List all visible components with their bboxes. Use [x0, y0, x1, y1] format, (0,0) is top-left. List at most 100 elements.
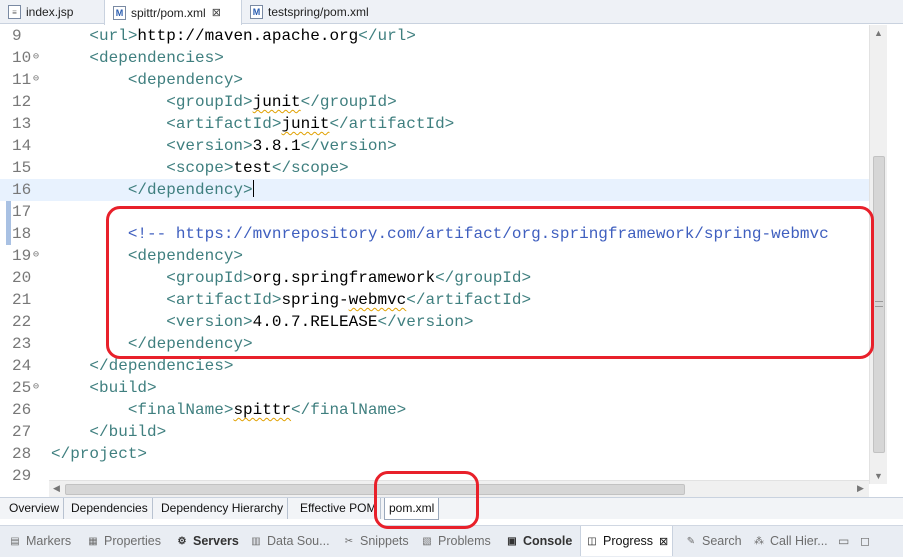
xml-tag: </scope> — [271, 159, 349, 177]
data-source-icon: ▥ — [251, 535, 261, 547]
xml-tag: <groupId> — [51, 269, 253, 287]
scroll-down-icon[interactable]: ▼ — [874, 471, 883, 481]
tab-dependency-hierarchy[interactable]: Dependency Hierarchy — [157, 498, 289, 519]
scroll-left-icon[interactable]: ◀ — [53, 483, 60, 494]
code-line[interactable]: 16 </dependency> — [0, 179, 870, 201]
scrollbar-thumb[interactable] — [65, 484, 685, 495]
view-call-hierarchy[interactable]: ⁂ Call Hier... — [752, 526, 828, 556]
tab-effective-pom[interactable]: Effective POM — [296, 498, 382, 519]
code-text: <groupId>junit</groupId> — [51, 91, 397, 113]
code-text: <version>4.0.7.RELEASE</version> — [51, 311, 473, 333]
view-data-source[interactable]: ▥ Data Sou... — [249, 526, 329, 556]
code-line[interactable]: 18 <!-- https://mvnrepository.com/artifa… — [0, 223, 870, 245]
code-line[interactable]: 25 ⊖ <build> — [0, 377, 870, 399]
xml-value: 3.8.1 — [252, 137, 301, 155]
maximize-icon[interactable]: ◻ — [860, 526, 870, 556]
xml-tag: <dependencies> — [51, 49, 224, 67]
editor-tab-bar: ≡ index.jsp M spittr/pom.xml ⊠ M testspr… — [0, 0, 903, 25]
code-line[interactable]: 9 <url>http://maven.apache.org</url> — [0, 25, 870, 47]
xml-value: junit — [252, 93, 301, 111]
code-line[interactable]: 24 </dependencies> — [0, 355, 870, 377]
xml-tag: <groupId> — [51, 93, 253, 111]
search-icon: ✎ — [686, 535, 696, 547]
xml-tag: <artifactId> — [51, 115, 282, 133]
xml-tag: </finalName> — [291, 401, 407, 419]
code-line[interactable]: 17 — [0, 201, 870, 223]
code-line[interactable]: 22 <version>4.0.7.RELEASE</version> — [0, 311, 870, 333]
xml-source-editor[interactable]: 9 <url>http://maven.apache.org</url> 10 ⊖ … — [0, 25, 903, 485]
code-line[interactable]: 26 <finalName>spittr</finalName> — [0, 399, 870, 421]
code-line[interactable]: 10 ⊖ <dependencies> — [0, 47, 870, 69]
xml-tag: </build> — [51, 423, 167, 441]
line-number: 22 — [12, 313, 32, 331]
scroll-right-icon[interactable]: ▶ — [857, 483, 864, 494]
view-snippets[interactable]: ✂ Snippets — [342, 526, 409, 556]
tab-index-jsp[interactable]: ≡ index.jsp — [0, 0, 104, 24]
code-line[interactable]: 21 <artifactId>spring-webmvc</artifactId… — [0, 289, 870, 311]
xml-value: webmvc — [348, 291, 407, 309]
line-number: 28 — [12, 445, 32, 463]
tab-dependencies[interactable]: Dependencies — [67, 498, 153, 519]
vertical-scrollbar[interactable]: ▲ ▼ — [869, 25, 887, 484]
tab-testspring-pom[interactable]: M testspring/pom.xml — [242, 0, 392, 24]
code-line[interactable]: 12 <groupId>junit</groupId> — [0, 91, 870, 113]
code-text: <artifactId>junit</artifactId> — [51, 113, 454, 135]
view-properties[interactable]: ▦ Properties — [86, 526, 161, 556]
fold-toggle-icon[interactable]: ⊖ — [33, 245, 39, 267]
view-search[interactable]: ✎ Search — [684, 526, 742, 556]
xml-tag: <dependency> — [51, 247, 244, 265]
fold-toggle-icon[interactable]: ⊖ — [33, 47, 39, 69]
code-line[interactable]: 13 <artifactId>junit</artifactId> — [0, 113, 870, 135]
close-icon[interactable]: ⊠ — [659, 535, 668, 548]
code-text: <dependency> — [51, 245, 243, 267]
console-icon: ▣ — [507, 535, 517, 547]
view-markers[interactable]: ▤ Markers — [8, 526, 71, 556]
xml-tag: <artifactId> — [51, 291, 282, 309]
fold-toggle-icon[interactable]: ⊖ — [33, 377, 39, 399]
xml-tag: </dependency> — [51, 335, 253, 353]
code-line[interactable]: 20 <groupId>org.springframework</groupId… — [0, 267, 870, 289]
code-line[interactable]: 14 <version>3.8.1</version> — [0, 135, 870, 157]
code-line[interactable]: 19 ⊖ <dependency> — [0, 245, 870, 267]
code-text: <finalName>spittr</finalName> — [51, 399, 406, 421]
line-number: 18 — [12, 225, 32, 243]
code-line[interactable]: 11 ⊖ <dependency> — [0, 69, 870, 91]
fold-toggle-icon[interactable]: ⊖ — [33, 69, 39, 91]
xml-tag: </artifactId> — [329, 115, 455, 133]
view-progress[interactable]: ◫ Progress ⊠ — [580, 526, 674, 556]
tab-pom-xml[interactable]: pom.xml — [384, 498, 440, 520]
overview-ruler[interactable] — [887, 25, 903, 484]
line-number: 21 — [12, 291, 32, 309]
minimize-icon[interactable]: ▭ — [838, 526, 849, 556]
xml-tag: </groupId> — [300, 93, 397, 111]
code-line[interactable]: 27 </build> — [0, 421, 870, 443]
scroll-up-icon[interactable]: ▲ — [874, 28, 883, 38]
xml-comment: <!-- https://mvnrepository.com/artifact/… — [51, 225, 829, 243]
tab-overview[interactable]: Overview — [5, 498, 65, 519]
line-number: 24 — [12, 357, 32, 375]
view-label: Console — [523, 534, 573, 548]
code-text: </project> — [51, 443, 147, 465]
view-problems[interactable]: ▧ Problems — [420, 526, 491, 556]
view-servers[interactable]: ⚙ Servers — [175, 526, 239, 556]
scroll-grip-icon — [875, 301, 883, 307]
xml-tag: <version> — [51, 313, 253, 331]
view-label: Call Hier... — [770, 534, 828, 548]
line-number: 12 — [12, 93, 32, 111]
xml-value: spring- — [281, 291, 349, 309]
code-line[interactable]: 28 </project> — [0, 443, 870, 465]
xml-tag: </artifactId> — [406, 291, 532, 309]
tab-label: spittr/pom.xml — [131, 5, 206, 20]
xml-tag: </url> — [358, 27, 416, 45]
code-text: <groupId>org.springframework</groupId> — [51, 267, 531, 289]
close-icon[interactable]: ⊠ — [212, 6, 221, 19]
xml-tag: </version> — [377, 313, 474, 331]
tab-spittr-pom[interactable]: M spittr/pom.xml ⊠ — [104, 0, 242, 25]
code-text: <url>http://maven.apache.org</url> — [51, 25, 416, 47]
tab-label: testspring/pom.xml — [268, 5, 369, 19]
view-console[interactable]: ▣ Console — [505, 526, 572, 556]
horizontal-scrollbar[interactable]: ◀ ▶ — [49, 480, 869, 497]
code-line[interactable]: 23 </dependency> — [0, 333, 870, 355]
code-line[interactable]: 15 <scope>test</scope> — [0, 157, 870, 179]
xml-tag: </dependencies> — [51, 357, 234, 375]
